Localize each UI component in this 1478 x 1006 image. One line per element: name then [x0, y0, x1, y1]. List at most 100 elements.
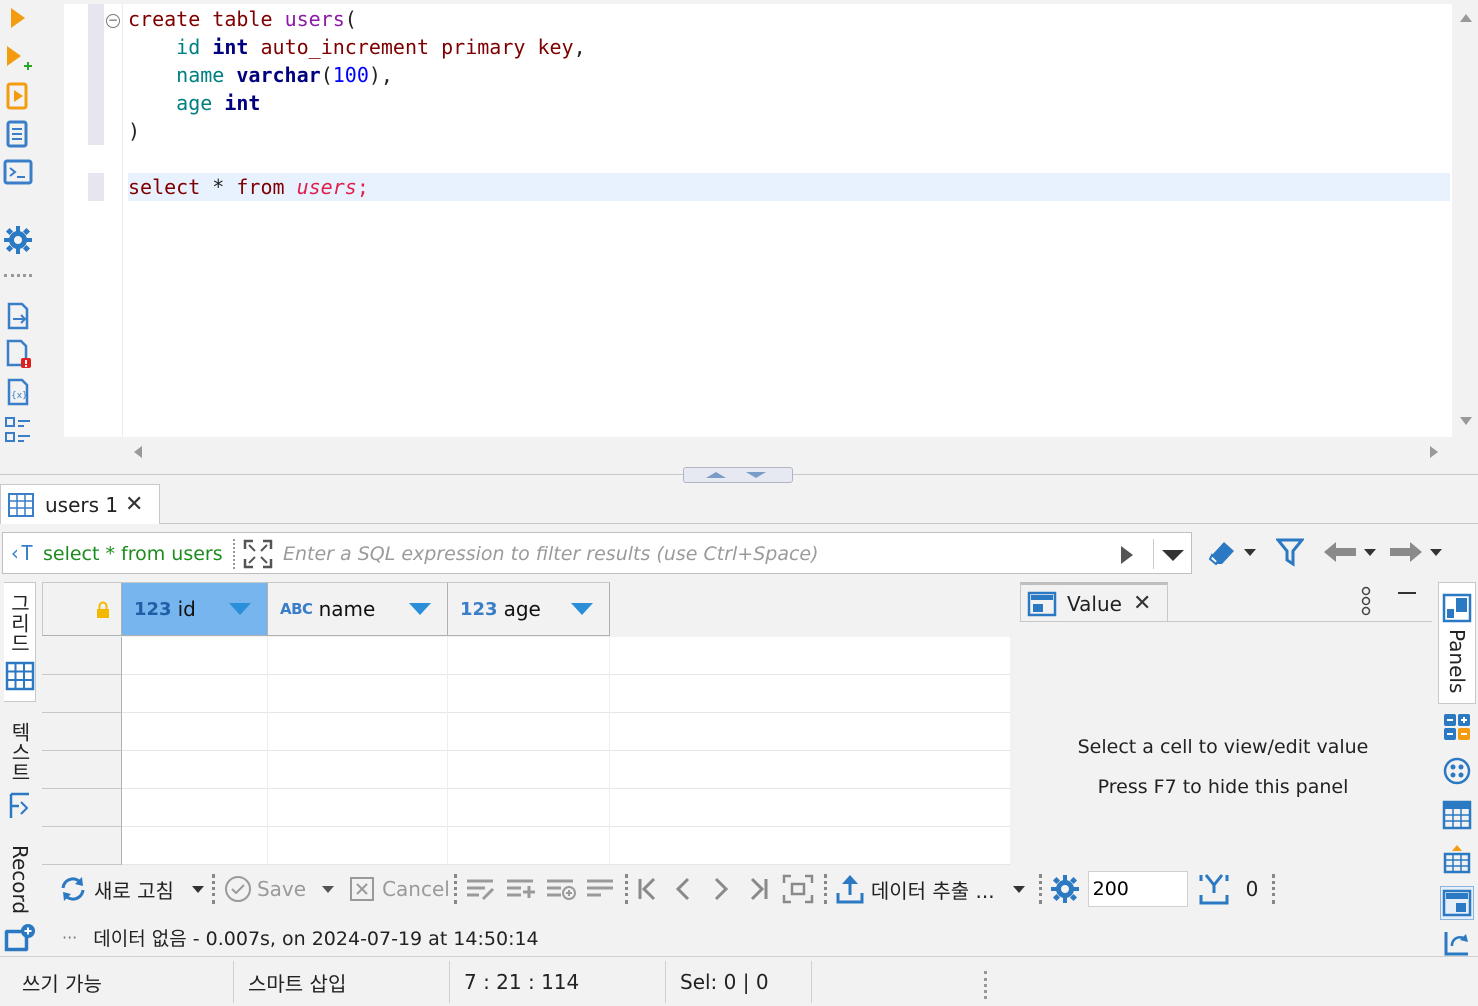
refresh-button[interactable]: 새로 고침: [58, 869, 204, 909]
cancel-button[interactable]: Cancel: [348, 869, 450, 909]
grouping-icon[interactable]: [1440, 754, 1474, 788]
apply-filter-icon[interactable]: [1119, 545, 1135, 565]
column-header-id[interactable]: 123 id: [122, 582, 268, 636]
splitter-handle[interactable]: [683, 467, 793, 483]
scroll-down-icon[interactable]: [1460, 417, 1472, 425]
value-panel-toggle-icon[interactable]: [1440, 886, 1474, 920]
save-button[interactable]: Save: [223, 869, 335, 909]
expand-filter-icon[interactable]: [243, 539, 273, 569]
editor-canvas[interactable]: − create table users( id int auto_increm…: [64, 4, 1452, 437]
code-line[interactable]: select * from users;: [128, 173, 369, 201]
variables-file-icon[interactable]: {x}: [2, 376, 34, 408]
chevron-down-icon[interactable]: [191, 885, 204, 893]
execute-statement-icon[interactable]: [2, 2, 34, 34]
row-header[interactable]: [42, 827, 122, 865]
chevron-down-icon[interactable]: [1244, 548, 1256, 556]
row-header[interactable]: [42, 637, 122, 675]
active-query-text[interactable]: select * from users: [43, 543, 223, 565]
results-grid[interactable]: 123 id ABC name 123 age: [42, 580, 1010, 865]
table-row[interactable]: [42, 675, 1010, 713]
row-header-corner[interactable]: [42, 582, 122, 636]
editor-horizontal-scrollbar[interactable]: [124, 440, 1452, 464]
row-header[interactable]: [42, 713, 122, 751]
grid-body[interactable]: [42, 637, 1010, 865]
previous-page-button[interactable]: [674, 869, 694, 909]
scroll-up-icon[interactable]: [1460, 14, 1472, 22]
code-line[interactable]: name varchar(100),: [128, 61, 393, 89]
copy-row-button[interactable]: [545, 869, 577, 909]
next-page-button[interactable]: [710, 869, 730, 909]
record-mode-icon[interactable]: [4, 922, 38, 952]
value-panel-tab[interactable]: Value ✕: [1020, 582, 1168, 622]
fold-collapse-icon[interactable]: −: [106, 14, 120, 28]
column-header-age[interactable]: 123 age: [448, 582, 610, 636]
tab-grid[interactable]: 그리드: [4, 582, 36, 702]
history-forward-button[interactable]: [1388, 536, 1442, 568]
more-icon[interactable]: ···: [62, 928, 77, 947]
row-cells[interactable]: [122, 751, 1010, 789]
filter-box[interactable]: ‹T select * from users Enter a SQL expre…: [2, 532, 1192, 574]
table-row[interactable]: [42, 637, 1010, 675]
column-header-name[interactable]: ABC name: [268, 582, 448, 636]
clear-filter-button[interactable]: [1206, 536, 1256, 568]
last-page-button[interactable]: [746, 869, 770, 909]
sort-filter-icon[interactable]: [571, 603, 593, 615]
results-tab-users[interactable]: users 1 ✕: [0, 484, 160, 524]
close-icon[interactable]: ✕: [1133, 591, 1151, 616]
minimize-icon[interactable]: [1398, 592, 1416, 595]
problems-file-icon[interactable]: [2, 338, 34, 370]
add-row-button[interactable]: [505, 869, 537, 909]
statistics-icon[interactable]: [1440, 842, 1474, 876]
table-row[interactable]: [42, 713, 1010, 751]
console-icon[interactable]: [2, 156, 34, 188]
export-script-icon[interactable]: [2, 300, 34, 332]
outline-icon[interactable]: [2, 414, 34, 446]
row-cells[interactable]: [122, 713, 1010, 751]
panel-menu-icon[interactable]: [1358, 586, 1374, 616]
code-line[interactable]: ): [128, 117, 140, 145]
code-line[interactable]: id int auto_increment primary key,: [128, 33, 585, 61]
table-row[interactable]: [42, 827, 1010, 865]
filter-settings-button[interactable]: [1276, 536, 1304, 568]
fetch-size-input[interactable]: [1087, 871, 1188, 907]
execute-script-icon[interactable]: [2, 80, 34, 112]
chevron-down-icon[interactable]: [322, 885, 335, 893]
calculator-icon[interactable]: [1440, 710, 1474, 744]
filter-history-dropdown[interactable]: [1153, 539, 1191, 569]
sort-filter-icon[interactable]: [229, 603, 251, 615]
row-header[interactable]: [42, 789, 122, 827]
delete-row-button[interactable]: [585, 869, 617, 909]
sort-filter-icon[interactable]: [409, 603, 431, 615]
chevron-down-icon[interactable]: [1364, 548, 1376, 556]
first-page-button[interactable]: [636, 869, 660, 909]
history-back-button[interactable]: [1322, 536, 1376, 568]
settings-gear-icon[interactable]: [2, 224, 34, 256]
explain-plan-icon[interactable]: [2, 118, 34, 150]
row-cells[interactable]: [122, 789, 1010, 827]
filter-input[interactable]: Enter a SQL expression to filter results…: [283, 543, 819, 565]
editor-results-splitter[interactable]: [0, 467, 1478, 483]
chevron-down-icon[interactable]: [1430, 548, 1442, 556]
scroll-right-icon[interactable]: [1430, 446, 1438, 458]
close-icon[interactable]: ✕: [125, 494, 143, 516]
scroll-left-icon[interactable]: [134, 446, 142, 458]
row-cells[interactable]: [122, 637, 1010, 675]
tab-panels[interactable]: Panels: [1438, 582, 1476, 704]
sql-editor[interactable]: − create table users( id int auto_increm…: [40, 0, 1478, 470]
fetch-all-button[interactable]: [782, 869, 814, 909]
editor-vertical-scrollbar[interactable]: [1456, 4, 1476, 437]
table-row[interactable]: [42, 789, 1010, 827]
code-line[interactable]: age int: [128, 89, 260, 117]
code-line[interactable]: create table users(: [128, 5, 357, 33]
edit-row-button[interactable]: [465, 869, 497, 909]
tab-text[interactable]: 텍스트: [4, 716, 36, 826]
table-row[interactable]: [42, 751, 1010, 789]
refresh-panel-icon[interactable]: [1440, 926, 1474, 960]
row-header[interactable]: [42, 675, 122, 713]
chevron-down-icon[interactable]: [1012, 885, 1025, 893]
metadata-icon[interactable]: [1440, 798, 1474, 832]
export-data-button[interactable]: 데이터 추출 ...: [835, 869, 1025, 909]
row-cells[interactable]: [122, 827, 1010, 865]
row-cells[interactable]: [122, 675, 1010, 713]
execute-in-new-tab-icon[interactable]: [2, 42, 34, 74]
